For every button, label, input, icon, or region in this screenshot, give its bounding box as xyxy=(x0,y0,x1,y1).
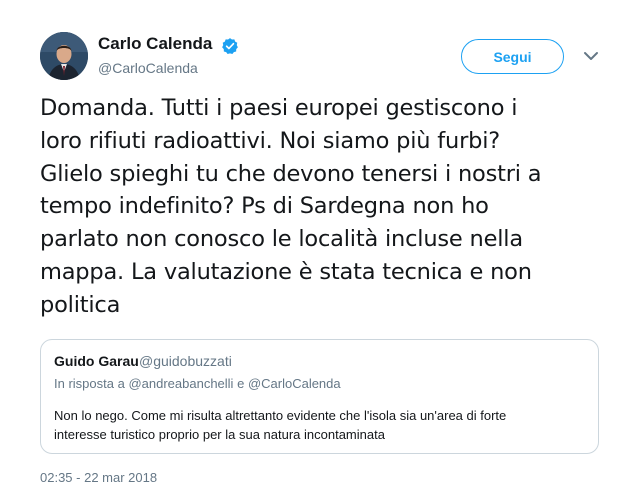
tweet-timestamp[interactable]: 02:35 - 22 mar 2018 xyxy=(40,470,157,485)
quoted-author-handle: @guidobuzzati xyxy=(139,353,232,369)
avatar[interactable] xyxy=(40,32,88,80)
reply-prefix: In risposta a xyxy=(54,376,125,391)
tweet-text-line: loro rifiuti radioattivi. Noi siamo più … xyxy=(40,127,500,154)
reply-mention-link[interactable]: @andreabanchelli xyxy=(128,376,233,391)
verified-badge-icon xyxy=(222,38,238,55)
author-handle[interactable]: @CarloCalenda xyxy=(98,60,198,76)
tweet-text-line: Glielo spieghi tu che devono tenersi i n… xyxy=(40,160,542,187)
quoted-text-line: Non lo nego. Come mi risulta altrettanto… xyxy=(54,408,507,423)
tweet-text-line: mappa. La valutazione è stata tecnica e … xyxy=(40,258,532,285)
reply-context: In risposta a @andreabanchelli e @CarloC… xyxy=(54,376,341,391)
author-name[interactable]: Carlo Calenda xyxy=(98,34,212,54)
tweet-text-line: tempo indefinito? Ps di Sardegna non ho xyxy=(40,193,489,220)
tweet-card: Carlo Calenda @CarloCalenda Segui Domand… xyxy=(0,0,636,493)
tweet-text-line: politica xyxy=(40,291,121,318)
avatar-image xyxy=(40,32,88,80)
follow-button[interactable]: Segui xyxy=(461,39,564,74)
reply-conjunction: e xyxy=(237,376,245,391)
quoted-text-line: interesse turistico proprio per la sua n… xyxy=(54,427,385,442)
reply-mention-link[interactable]: @CarloCalenda xyxy=(248,376,341,391)
tweet-text: Domanda. Tutti i paesi europei gestiscon… xyxy=(40,92,600,322)
quoted-tweet-text: Non lo nego. Come mi risulta altrettanto… xyxy=(54,406,584,444)
tweet-text-line: parlato non conosco le località incluse … xyxy=(40,226,523,253)
chevron-down-icon[interactable] xyxy=(583,50,599,62)
quoted-author-name: Guido Garau xyxy=(54,353,139,369)
tweet-text-line: Domanda. Tutti i paesi europei gestiscon… xyxy=(40,95,518,121)
quoted-tweet[interactable]: Guido Garau @guidobuzzati In risposta a … xyxy=(40,339,599,454)
